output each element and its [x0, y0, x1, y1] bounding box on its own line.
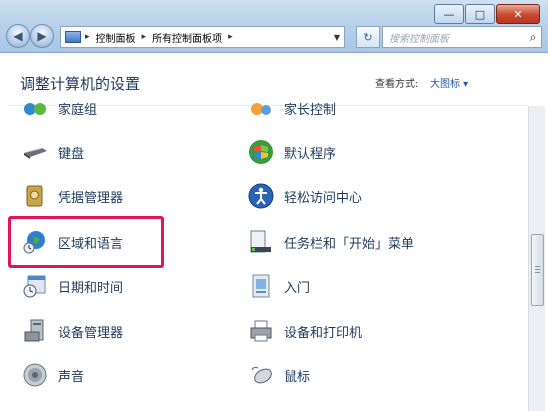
item-date-time[interactable]: 日期和时间: [22, 272, 123, 300]
chevron-right-icon[interactable]: ▸: [228, 32, 233, 42]
grip-line: [535, 272, 540, 273]
taskbar-icon: [248, 229, 274, 255]
control-panel-window: — □ ✕ ◀ ▶ ▸ 控制面板 ▸ 所有控制面板项 ▸ ▼ ↻ 搜索控制面板 …: [0, 0, 548, 411]
maximize-button[interactable]: □: [465, 4, 495, 24]
scrollbar-thumb[interactable]: [531, 234, 544, 306]
title-frame: — □ ✕ ◀ ▶ ▸ 控制面板 ▸ 所有控制面板项 ▸ ▼ ↻ 搜索控制面板 …: [0, 0, 548, 53]
speaker-icon: [22, 362, 48, 388]
device-manager-icon: [22, 318, 48, 344]
address-bar[interactable]: ▸ 控制面板 ▸ 所有控制面板项 ▸ ▼: [60, 26, 345, 48]
item-label: 声音: [58, 369, 85, 385]
chevron-right-icon[interactable]: ▸: [142, 32, 147, 42]
item-taskbar-start-menu[interactable]: 任务栏和「开始」菜单: [248, 228, 414, 256]
credential-manager-icon: [22, 183, 48, 209]
item-label: 家庭组: [58, 102, 98, 118]
breadcrumb-all-items[interactable]: 所有控制面板项: [152, 30, 222, 45]
item-label: 键盘: [58, 146, 85, 162]
search-icon[interactable]: ⌕: [525, 30, 541, 45]
item-credential-manager[interactable]: 凭据管理器: [22, 182, 123, 210]
default-programs-icon: [248, 139, 274, 165]
item-ease-of-access[interactable]: 轻松访问中心: [248, 182, 362, 210]
item-label: 默认程序: [284, 146, 337, 162]
item-default-programs[interactable]: 默认程序: [248, 138, 336, 166]
item-getting-started[interactable]: 入门: [248, 272, 310, 300]
item-device-manager[interactable]: 设备管理器: [22, 317, 123, 345]
grip-line: [535, 269, 540, 270]
item-parental-controls[interactable]: 家长控制: [248, 94, 336, 122]
item-label: 任务栏和「开始」菜单: [284, 236, 415, 252]
item-label: 凭据管理器: [58, 190, 124, 206]
printer-icon: [248, 318, 274, 344]
homegroup-icon: [22, 95, 48, 121]
item-keyboard[interactable]: 键盘: [22, 138, 84, 166]
item-devices-printers[interactable]: 设备和打印机: [248, 317, 362, 345]
window-controls: — □ ✕: [433, 4, 540, 24]
item-label: 家长控制: [284, 102, 337, 118]
search-input[interactable]: 搜索控制面板 ⌕: [382, 26, 542, 48]
refresh-icon: ↻: [363, 30, 373, 44]
highlight-box: [8, 216, 164, 268]
minimize-button[interactable]: —: [434, 4, 464, 24]
forward-arrow-icon: ▶: [37, 29, 47, 43]
back-arrow-icon: ◀: [13, 29, 23, 43]
close-button[interactable]: ✕: [496, 4, 540, 24]
grip-line: [535, 266, 540, 267]
item-label: 鼠标: [284, 369, 311, 385]
item-label: 设备和打印机: [284, 325, 363, 341]
getting-started-icon: [248, 273, 274, 299]
item-homegroup[interactable]: 家庭组: [22, 94, 97, 122]
view-by-dropdown[interactable]: 大图标 ▾: [430, 75, 468, 90]
calendar-clock-icon: [22, 273, 48, 299]
item-label: 日期和时间: [58, 280, 124, 296]
page-title: 调整计算机的设置: [20, 75, 141, 93]
item-label: 入门: [284, 280, 311, 296]
view-by-label: 查看方式:: [375, 79, 419, 90]
item-mouse[interactable]: 鼠标: [248, 361, 310, 389]
mouse-icon: [248, 362, 274, 388]
item-sound[interactable]: 声音: [22, 361, 84, 389]
keyboard-icon: [22, 139, 48, 165]
chevron-down-icon[interactable]: ▼: [334, 33, 340, 42]
forward-button[interactable]: ▶: [30, 24, 54, 48]
back-button[interactable]: ◀: [6, 24, 30, 48]
search-placeholder: 搜索控制面板: [389, 33, 449, 45]
control-panel-icon: [65, 31, 81, 43]
item-label: 轻松访问中心: [284, 190, 363, 206]
breadcrumb-control-panel[interactable]: 控制面板: [96, 30, 136, 45]
item-label: 设备管理器: [58, 325, 124, 341]
chevron-right-icon[interactable]: ▸: [85, 32, 90, 42]
ease-of-access-icon: [248, 183, 274, 209]
refresh-button[interactable]: ↻: [356, 26, 380, 48]
vertical-scrollbar[interactable]: [528, 106, 545, 411]
parental-controls-icon: [248, 95, 274, 121]
